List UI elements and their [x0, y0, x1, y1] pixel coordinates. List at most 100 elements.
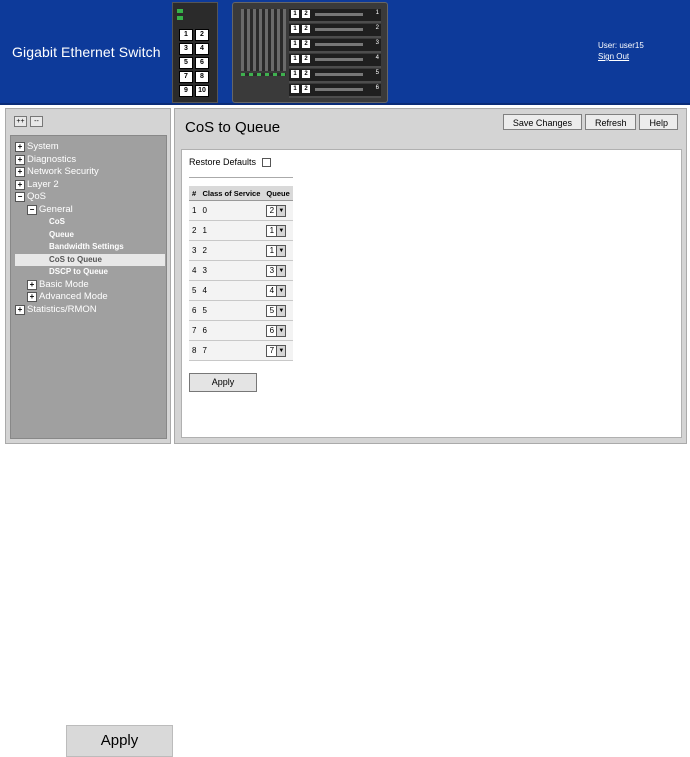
port-label: 1 — [179, 29, 193, 41]
product-title: Gigabit Ethernet Switch — [12, 44, 161, 60]
queue-select[interactable]: 6 ▼ — [266, 324, 287, 337]
content-panel: Restore Defaults # Class of Service Queu… — [181, 149, 682, 438]
blade-slot — [315, 28, 363, 31]
chevron-down-icon[interactable]: ▼ — [276, 265, 286, 276]
queue-select[interactable]: 2 ▼ — [266, 204, 287, 217]
nav-item-label: CoS — [49, 217, 65, 226]
blade-port-label: 1 — [291, 70, 299, 78]
nav-item-dscp-to-queue[interactable]: DSCP to Queue — [15, 266, 165, 279]
blade-number: 4 — [375, 55, 379, 61]
nav-item-statistics-rmon[interactable]: + Statistics/RMON — [15, 304, 165, 317]
blade-port-label: 2 — [302, 85, 310, 93]
blade-port-label: 2 — [302, 70, 310, 78]
chevron-down-icon[interactable]: ▼ — [276, 225, 286, 236]
chassis-blade: 12 6 — [289, 84, 381, 98]
chevron-down-icon[interactable]: ▼ — [276, 305, 286, 316]
chassis-blade: 12 3 — [289, 39, 381, 53]
help-button[interactable]: Help — [639, 114, 678, 130]
expand-all-button[interactable]: ++ — [14, 116, 27, 127]
blade-port-label: 1 — [291, 40, 299, 48]
collapse-icon[interactable]: − — [15, 192, 25, 203]
nav-item-system[interactable]: + System — [15, 141, 165, 154]
left-nav-frame: ++ -- + System + Diagnostics + Network Securi… — [5, 108, 171, 444]
blade-port-label: 2 — [302, 10, 310, 18]
table-row: 5 4 4 ▼ — [189, 280, 293, 301]
chassis-blade: 12 4 — [289, 54, 381, 68]
nav-item-network-security[interactable]: + Network Security — [15, 166, 165, 179]
expand-icon[interactable]: + — [15, 304, 25, 315]
expand-icon[interactable]: + — [27, 279, 37, 290]
nav-item-qos[interactable]: − QoS — [15, 191, 165, 204]
class-of-service-value: 7 — [199, 340, 264, 361]
chevron-down-icon[interactable]: ▼ — [276, 245, 286, 256]
blade-slot — [315, 73, 363, 76]
user-box: User: user15 Sign Out — [598, 40, 644, 62]
chevron-down-icon[interactable]: ▼ — [276, 285, 286, 296]
expand-icon[interactable]: + — [27, 292, 37, 303]
queue-select[interactable]: 1 ▼ — [266, 244, 287, 257]
class-of-service-value: 6 — [199, 320, 264, 341]
status-led — [177, 16, 183, 20]
nav-item-label: System — [27, 141, 59, 152]
queue-select-value: 4 — [269, 285, 275, 295]
restore-defaults-label: Restore Defaults — [189, 157, 257, 167]
class-of-service-value: 0 — [199, 200, 264, 221]
chevron-down-icon[interactable]: ▼ — [276, 205, 286, 216]
nav-item-cos[interactable]: CoS — [15, 216, 165, 229]
collapse-icon[interactable]: − — [27, 204, 37, 215]
chevron-down-icon[interactable]: ▼ — [276, 325, 286, 336]
nav-item-label: Basic Mode — [39, 278, 89, 290]
queue-select-value: 6 — [269, 325, 275, 335]
nav-item-general[interactable]: − General — [15, 204, 165, 217]
table-row: 3 2 1 ▼ — [189, 240, 293, 261]
queue-select-value: 3 — [269, 265, 275, 275]
row-number: 2 — [189, 220, 200, 241]
chevron-down-icon[interactable]: ▼ — [276, 345, 286, 356]
nav-item-diagnostics[interactable]: + Diagnostics — [15, 154, 165, 167]
nav-item-bandwidth-settings[interactable]: Bandwidth Settings — [15, 241, 165, 254]
queue-select[interactable]: 3 ▼ — [266, 264, 287, 277]
switch-device-image: 1 2 3 4 5 6 7 8 9 10 — [172, 2, 218, 103]
nav-item-cos-to-queue[interactable]: CoS to Queue — [15, 253, 165, 266]
chassis-device-image: 121122123124125126 — [232, 2, 388, 103]
expand-icon[interactable]: + — [15, 167, 25, 178]
port-label: 10 — [195, 85, 209, 97]
restore-defaults-checkbox[interactable] — [262, 157, 272, 167]
queue-cell: 1 ▼ — [263, 240, 293, 261]
queue-select[interactable]: 1 ▼ — [266, 224, 287, 237]
page-title: CoS to Queue — [185, 119, 281, 136]
table-row: 6 5 5 ▼ — [189, 300, 293, 321]
nav-item-basic-mode[interactable]: + Basic Mode — [15, 279, 165, 292]
expand-icon[interactable]: + — [15, 154, 25, 165]
queue-select[interactable]: 5 ▼ — [266, 304, 287, 317]
apply-button-large[interactable]: Apply — [66, 725, 173, 757]
queue-cell: 1 ▼ — [263, 220, 293, 241]
column-header: # — [189, 186, 200, 201]
queue-select[interactable]: 7 ▼ — [266, 344, 287, 357]
blade-number: 5 — [375, 70, 379, 76]
expand-icon[interactable]: + — [15, 179, 25, 190]
blade-number: 2 — [375, 25, 379, 31]
blade-port-label: 1 — [291, 25, 299, 33]
queue-select[interactable]: 4 ▼ — [266, 284, 287, 297]
nav-item-layer-2[interactable]: + Layer 2 — [15, 179, 165, 192]
apply-button[interactable]: Apply — [189, 373, 257, 392]
blade-port-label: 2 — [302, 40, 310, 48]
save-changes-button[interactable]: Save Changes — [502, 114, 582, 130]
nav-item-advanced-mode[interactable]: + Advanced Mode — [15, 291, 165, 304]
collapse-all-button[interactable]: -- — [30, 116, 43, 127]
sign-out-link[interactable]: Sign Out — [598, 51, 644, 62]
refresh-button[interactable]: Refresh — [584, 114, 637, 130]
row-number: 3 — [189, 240, 200, 261]
table-row: 1 0 2 ▼ — [189, 200, 293, 221]
user-label: User: user15 — [598, 41, 644, 50]
port-label: 9 — [179, 85, 193, 97]
row-number: 1 — [189, 200, 200, 221]
queue-select-value: 1 — [269, 245, 275, 255]
nav-item-queue[interactable]: Queue — [15, 229, 165, 242]
blade-number: 3 — [375, 40, 379, 46]
expand-icon[interactable]: + — [15, 142, 25, 153]
nav-item-label: QoS — [27, 191, 47, 202]
class-of-service-value: 3 — [199, 260, 264, 281]
chassis-led-strip — [241, 73, 286, 76]
